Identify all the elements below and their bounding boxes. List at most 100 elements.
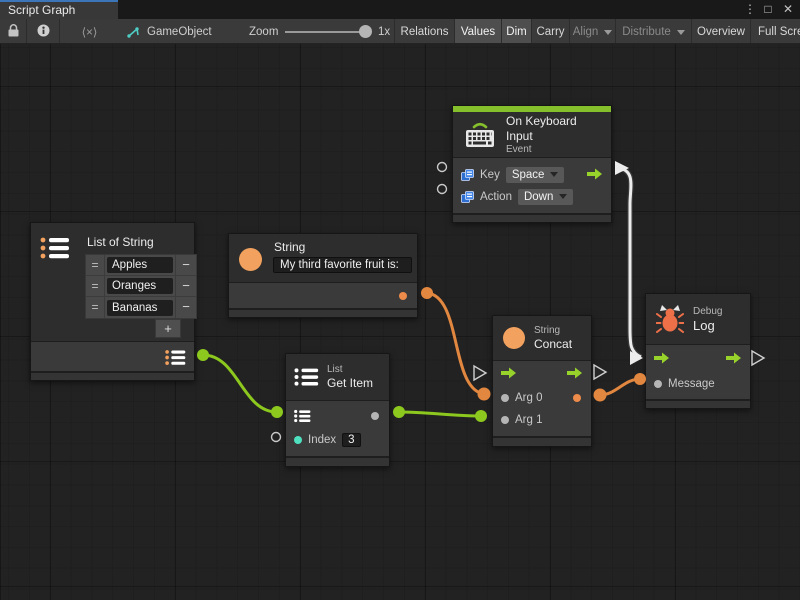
list-output-port[interactable] xyxy=(165,349,186,371)
lock-button[interactable] xyxy=(0,19,26,44)
align-button[interactable]: Align xyxy=(569,19,615,44)
message-label: Message xyxy=(668,378,715,390)
remove-item-button[interactable]: − xyxy=(175,276,196,296)
drag-handle[interactable]: = xyxy=(86,297,105,318)
message-row: Message xyxy=(646,373,750,395)
node-get-item[interactable]: List Get Item Index 3 xyxy=(285,353,390,467)
string-output-row xyxy=(229,282,417,308)
zoom-value: 1x xyxy=(378,19,390,44)
dim-label: Dim xyxy=(506,26,526,38)
flow-out-port[interactable] xyxy=(587,167,603,184)
carry-label: Carry xyxy=(536,26,564,38)
bug-icon xyxy=(656,304,684,334)
remove-item-button[interactable]: − xyxy=(175,255,196,275)
arg0-input-port[interactable] xyxy=(501,394,509,402)
node-concat[interactable]: String Concat Arg 0 xyxy=(492,315,592,447)
list-item-row: = Apples − xyxy=(86,255,196,276)
overview-label: Overview xyxy=(697,26,745,38)
action-value: Down xyxy=(524,191,553,203)
flow-in-port[interactable] xyxy=(654,351,670,368)
string-icon xyxy=(239,248,262,271)
tab-script-graph[interactable]: Script Graph xyxy=(0,0,118,19)
node-footer xyxy=(646,399,750,408)
dropdown-caret-icon xyxy=(550,172,558,181)
flow-out-port[interactable] xyxy=(567,366,583,383)
arg1-label: Arg 1 xyxy=(515,414,543,426)
keyboard-icon xyxy=(463,120,497,150)
tab-bar: Script Graph ⋮ □ ✕ xyxy=(0,0,800,19)
lock-icon xyxy=(8,24,19,40)
relations-label: Relations xyxy=(401,26,449,38)
node-footer xyxy=(229,308,417,317)
script-graph-window: { "window": { "tab": "Script Graph", "co… xyxy=(0,0,800,600)
list-item-input[interactable]: Bananas xyxy=(107,300,173,316)
node-title: List of String xyxy=(87,235,186,250)
list-item-row: = Bananas − xyxy=(86,297,196,318)
action-dropdown[interactable]: Down xyxy=(518,189,573,205)
message-input-port[interactable] xyxy=(654,380,662,388)
fullscreen-button[interactable]: Full Screen xyxy=(750,19,800,44)
node-string-literal[interactable]: String My third favorite fruit is: xyxy=(228,233,418,318)
node-category: String xyxy=(534,325,572,337)
node-footer xyxy=(493,436,591,446)
graph-target[interactable]: GameObject xyxy=(127,19,212,44)
action-label: Action xyxy=(480,191,512,203)
add-item-button[interactable]: + xyxy=(155,319,181,338)
node-debug-log[interactable]: Debug Log Message xyxy=(645,293,751,409)
list-input-port[interactable] xyxy=(294,409,311,423)
list-icon xyxy=(294,367,319,387)
enum-icon xyxy=(461,191,474,203)
node-category: Debug xyxy=(693,306,722,318)
result-output-port[interactable] xyxy=(573,394,581,402)
graph-target-label: GameObject xyxy=(147,26,212,38)
action-port-row: Action Down xyxy=(453,186,611,208)
fullscreen-label: Full Screen xyxy=(758,26,800,38)
zoom-slider-track[interactable] xyxy=(285,31,367,33)
align-caret-icon xyxy=(604,30,612,39)
string-output-port[interactable] xyxy=(399,292,407,300)
drag-handle[interactable]: = xyxy=(86,255,105,275)
graph-canvas[interactable]: On Keyboard Input Event Key Space xyxy=(0,44,800,600)
flow-row xyxy=(646,345,750,373)
overview-button[interactable]: Overview xyxy=(691,19,750,44)
list-items-panel: = Apples − = Oranges − = Bananas − xyxy=(85,254,197,319)
window-menu-icon[interactable]: ⋮ xyxy=(741,0,759,19)
flow-row xyxy=(493,361,591,387)
node-footer xyxy=(31,371,194,380)
item-output-port[interactable] xyxy=(371,412,379,420)
key-dropdown[interactable]: Space xyxy=(506,167,565,183)
zoom-slider-handle[interactable] xyxy=(359,25,372,38)
flow-in-port[interactable] xyxy=(501,366,517,383)
key-port-row: Key Space xyxy=(453,164,611,186)
node-list-of-string[interactable]: List of String = Apples − = Oranges − = xyxy=(30,222,195,381)
list-item-input[interactable]: Oranges xyxy=(107,278,173,294)
node-footer xyxy=(286,456,389,466)
list-input-row xyxy=(286,404,389,428)
remove-item-button[interactable]: − xyxy=(175,297,196,318)
flow-out-port[interactable] xyxy=(726,351,742,368)
relations-button[interactable]: Relations xyxy=(394,19,454,44)
arg1-input-port[interactable] xyxy=(501,416,509,424)
graph-toolbar: ⟨×⟩ GameObject Zoom 1x Relations Values … xyxy=(0,19,800,44)
arg0-row: Arg 0 xyxy=(493,387,591,409)
distribute-button[interactable]: Distribute xyxy=(615,19,691,44)
node-title: String xyxy=(274,240,305,255)
node-on-keyboard-input[interactable]: On Keyboard Input Event Key Space xyxy=(452,105,612,223)
arg0-label: Arg 0 xyxy=(515,392,543,404)
carry-button[interactable]: Carry xyxy=(531,19,569,44)
arg1-row: Arg 1 xyxy=(493,409,591,431)
values-button[interactable]: Values xyxy=(454,19,501,44)
key-label: Key xyxy=(480,169,500,181)
drag-handle[interactable]: = xyxy=(86,276,105,296)
index-input[interactable]: 3 xyxy=(342,433,360,447)
window-close-icon[interactable]: ✕ xyxy=(779,0,797,19)
window-maximize-icon[interactable]: □ xyxy=(759,0,777,19)
code-view-button[interactable]: ⟨×⟩ xyxy=(59,19,119,44)
node-title: Concat xyxy=(534,337,572,352)
node-title: Log xyxy=(693,318,722,333)
list-item-input[interactable]: Apples xyxy=(107,257,173,273)
index-input-port[interactable] xyxy=(294,436,302,444)
string-value-input[interactable]: My third favorite fruit is: xyxy=(273,257,412,273)
dim-button[interactable]: Dim xyxy=(501,19,531,44)
inspect-button[interactable] xyxy=(26,19,59,44)
